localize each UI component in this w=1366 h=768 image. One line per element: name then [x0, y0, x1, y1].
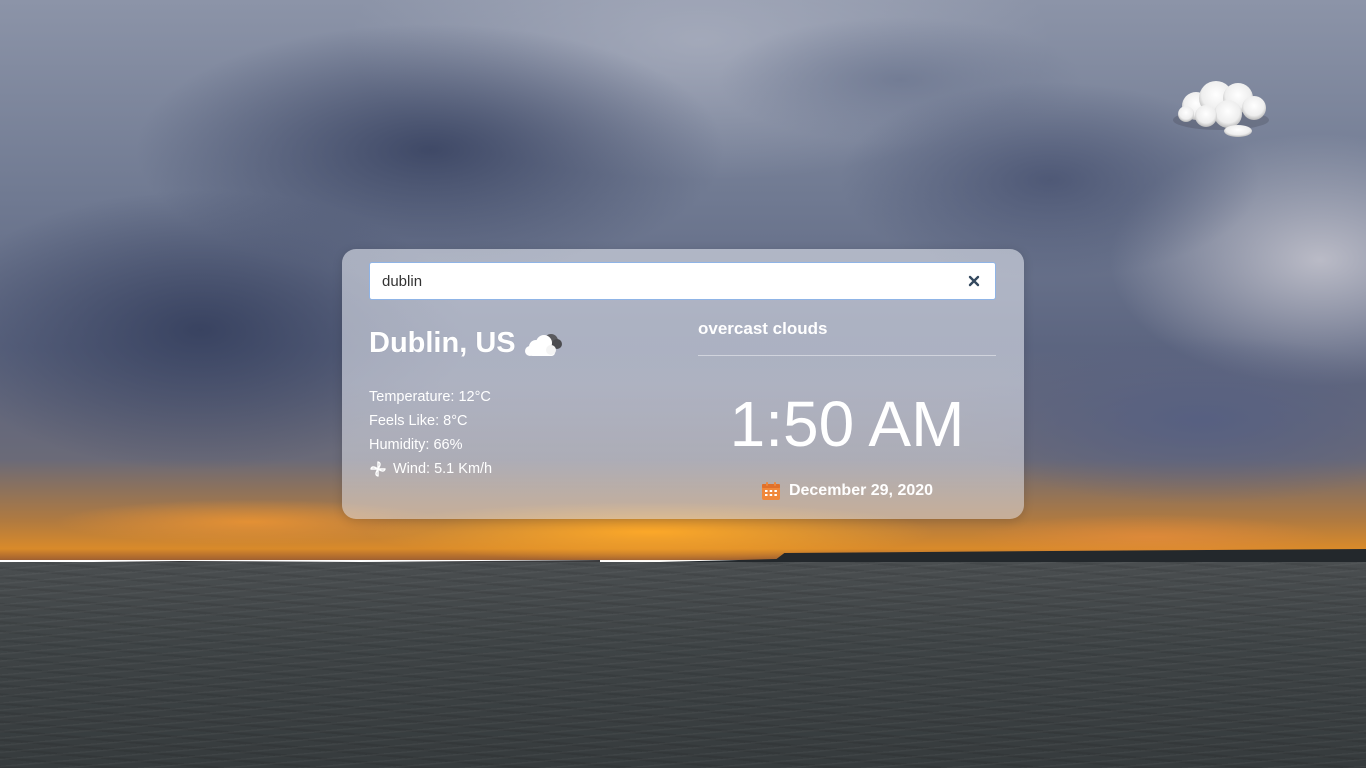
wind-row: Wind: 5.1 Km/h — [369, 457, 492, 481]
humidity-text: Humidity: 66% — [369, 437, 463, 453]
current-date: December 29, 2020 — [788, 482, 934, 499]
temperature-text: Temperature: 12°C — [369, 389, 491, 405]
weather-card: Dublin, US Temperature: 12°C Feels Like:… — [342, 249, 1024, 519]
clear-search-button[interactable] — [965, 272, 983, 290]
feels-like-text: Feels Like: 8°C — [369, 413, 468, 429]
search-input[interactable] — [370, 266, 942, 296]
city-name: Dublin, US — [369, 327, 516, 359]
wind-text: Wind: 5.1 Km/h — [393, 461, 493, 477]
calendar-icon — [761, 482, 780, 500]
sea-background — [0, 562, 1366, 768]
date-row: December 29, 2020 — [698, 481, 996, 501]
conditions-list: Temperature: 12°C Feels Like: 8°C Humidi… — [369, 385, 492, 481]
close-icon — [968, 275, 980, 287]
search-box — [369, 262, 996, 300]
location-header: Dublin, US — [369, 327, 565, 360]
current-time: 1:50 AM — [729, 388, 965, 460]
cloud-icon — [524, 333, 562, 356]
wind-fan-icon — [370, 461, 386, 477]
cloud-icon — [1173, 81, 1269, 137]
weather-description: overcast clouds — [698, 319, 828, 338]
divider — [698, 355, 996, 356]
